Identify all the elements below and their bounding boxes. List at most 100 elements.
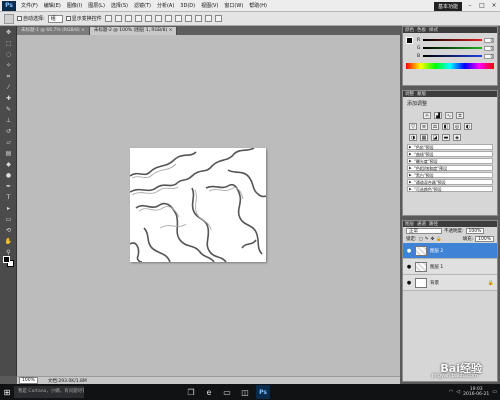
color-balance-icon[interactable]: ⚖ xyxy=(431,123,439,130)
exposure-icon[interactable]: ± xyxy=(456,112,464,119)
red-value-field[interactable]: 0 xyxy=(484,37,494,43)
history-brush-tool-icon[interactable]: ↺ xyxy=(4,127,13,136)
auto-select-option[interactable]: 自动选择: xyxy=(17,15,45,22)
green-slider[interactable] xyxy=(423,47,482,49)
black-white-icon[interactable]: ◧ xyxy=(442,123,450,130)
menu-select[interactable]: 选择(S) xyxy=(108,2,131,9)
red-slider[interactable] xyxy=(423,39,482,41)
cortana-search-box[interactable]: 我是 Cortana，小娜。有问题尽管问我。 xyxy=(14,386,84,398)
tab-masks[interactable]: 蒙版 xyxy=(417,91,426,97)
gradient-tool-icon[interactable]: ▤ xyxy=(4,149,13,158)
distribute-middle-icon[interactable] xyxy=(174,15,182,22)
eraser-tool-icon[interactable]: ▱ xyxy=(4,138,13,147)
menu-layer[interactable]: 图层(L) xyxy=(85,2,108,9)
lasso-tool-icon[interactable]: ◌ xyxy=(4,50,13,59)
auto-select-checkbox[interactable] xyxy=(17,16,22,21)
auto-select-dropdown[interactable]: 组 xyxy=(47,14,63,23)
green-slider-row[interactable]: G 0 xyxy=(403,44,497,52)
preset-black-white[interactable]: "黑白"预设 xyxy=(407,172,493,178)
tab-channels[interactable]: 通道 xyxy=(417,221,426,227)
visibility-eye-icon[interactable]: ● xyxy=(406,264,412,270)
edge-browser-icon[interactable]: e xyxy=(202,385,216,399)
maximize-button[interactable]: □ xyxy=(478,2,486,10)
healing-brush-tool-icon[interactable]: ✚ xyxy=(4,94,13,103)
notification-icon[interactable]: ▭ xyxy=(492,389,497,395)
type-tool-icon[interactable]: T xyxy=(4,193,13,202)
photoshop-taskbar-icon[interactable]: Ps xyxy=(256,385,270,399)
color-panel-foreground-swatch[interactable] xyxy=(406,37,413,44)
document-canvas[interactable] xyxy=(129,147,267,263)
minimize-button[interactable]: – xyxy=(466,2,474,10)
zoom-level-field[interactable]: 100% xyxy=(19,377,38,384)
network-icon[interactable]: ◠ xyxy=(449,389,453,395)
distribute-bottom-icon[interactable] xyxy=(184,15,192,22)
menu-filter[interactable]: 滤镜(T) xyxy=(131,2,154,9)
marquee-tool-icon[interactable]: ⬚ xyxy=(4,39,13,48)
menu-image[interactable]: 图像(I) xyxy=(64,2,85,9)
photo-filter-icon[interactable]: ◎ xyxy=(453,123,461,130)
magic-wand-tool-icon[interactable]: ✧ xyxy=(4,61,13,70)
workspace-switcher[interactable]: 基本功能 xyxy=(433,1,462,11)
eyedropper-tool-icon[interactable]: ⁄ xyxy=(4,83,13,92)
blue-slider[interactable] xyxy=(423,55,482,57)
blur-tool-icon[interactable]: ◆ xyxy=(4,160,13,169)
visibility-eye-icon[interactable]: ● xyxy=(406,280,412,286)
distribute-top-icon[interactable] xyxy=(164,15,172,22)
brightness-contrast-icon[interactable]: ☼ xyxy=(423,112,431,119)
preset-channel-mixer[interactable]: "通道混合器"预设 xyxy=(407,179,493,185)
tab-adjustments[interactable]: 调整 xyxy=(405,91,414,97)
tab-paths[interactable]: 路径 xyxy=(429,221,438,227)
lock-transparent-icon[interactable]: ▢ xyxy=(419,237,423,242)
opacity-field[interactable]: 100% xyxy=(465,228,485,234)
blend-mode-dropdown[interactable]: 正常 xyxy=(406,228,442,234)
curves-icon[interactable]: ∿ xyxy=(445,112,453,119)
lock-position-icon[interactable]: ✥ xyxy=(431,237,435,242)
store-icon[interactable]: ◫ xyxy=(238,385,252,399)
menu-3d[interactable]: 3D(D) xyxy=(177,3,198,9)
menu-file[interactable]: 文件(F) xyxy=(18,2,41,9)
tab-document-2[interactable]: 未标题-2 @ 100% (图层 1, RGB/8) × xyxy=(89,27,178,35)
color-spectrum-bar[interactable] xyxy=(406,63,494,69)
tab-styles[interactable]: 样式 xyxy=(429,27,438,33)
dodge-tool-icon[interactable]: ● xyxy=(4,171,13,180)
menu-edit[interactable]: 编辑(E) xyxy=(41,2,64,9)
layer-row-layer-1[interactable]: ● 图层 1 xyxy=(403,259,497,275)
hue-saturation-icon[interactable]: ≡ xyxy=(420,123,428,130)
preset-curves[interactable]: "曲线"预设 xyxy=(407,151,493,157)
close-button[interactable]: × xyxy=(490,2,498,10)
pen-tool-icon[interactable]: ✒ xyxy=(4,182,13,191)
brush-tool-icon[interactable]: ✎ xyxy=(4,105,13,114)
channel-mixer-icon[interactable]: ◐ xyxy=(464,123,472,130)
layer-row-background[interactable]: ● 背景 🔒 xyxy=(403,275,497,291)
menu-analysis[interactable]: 分析(A) xyxy=(154,2,177,9)
foreground-color-swatch[interactable] xyxy=(3,256,10,263)
red-slider-row[interactable]: R 0 xyxy=(403,36,497,44)
windows-start-icon[interactable]: ⊞ xyxy=(0,384,14,400)
show-transform-option[interactable]: 显示变换控件 xyxy=(65,15,102,22)
visibility-eye-icon[interactable]: ● xyxy=(406,248,412,254)
3d-rotate-tool-icon[interactable]: ⟲ xyxy=(4,226,13,235)
blue-value-field[interactable]: 0 xyxy=(484,53,494,59)
gradient-map-icon[interactable]: ▬ xyxy=(442,134,450,141)
distribute-center-icon[interactable] xyxy=(204,15,212,22)
align-bottom-icon[interactable] xyxy=(124,15,132,22)
layer-row-layer-2[interactable]: ● 图层 2 xyxy=(403,243,497,259)
levels-icon[interactable]: ▟ xyxy=(434,112,442,119)
path-selection-tool-icon[interactable]: ▸ xyxy=(4,204,13,213)
posterize-icon[interactable]: ▦ xyxy=(420,134,428,141)
shape-tool-icon[interactable]: ▭ xyxy=(4,215,13,224)
preset-selective-color[interactable]: "可选颜色"预设 xyxy=(407,186,493,192)
clone-stamp-tool-icon[interactable]: ⊥ xyxy=(4,116,13,125)
show-transform-checkbox[interactable] xyxy=(65,16,71,21)
file-explorer-icon[interactable]: ▭ xyxy=(220,385,234,399)
menu-view[interactable]: 视图(V) xyxy=(198,2,221,9)
align-right-icon[interactable] xyxy=(154,15,162,22)
blue-slider-row[interactable]: B 0 xyxy=(403,52,497,60)
align-top-icon[interactable] xyxy=(104,15,112,22)
align-middle-icon[interactable] xyxy=(114,15,122,22)
preset-hue-saturation[interactable]: "色相/饱和度"预设 xyxy=(407,165,493,171)
crop-tool-icon[interactable]: ⌗ xyxy=(4,72,13,81)
vibrance-icon[interactable]: ▽ xyxy=(409,123,417,130)
move-tool-icon[interactable]: ✥ xyxy=(4,28,13,37)
preset-exposure[interactable]: "曝光度"预设 xyxy=(407,158,493,164)
